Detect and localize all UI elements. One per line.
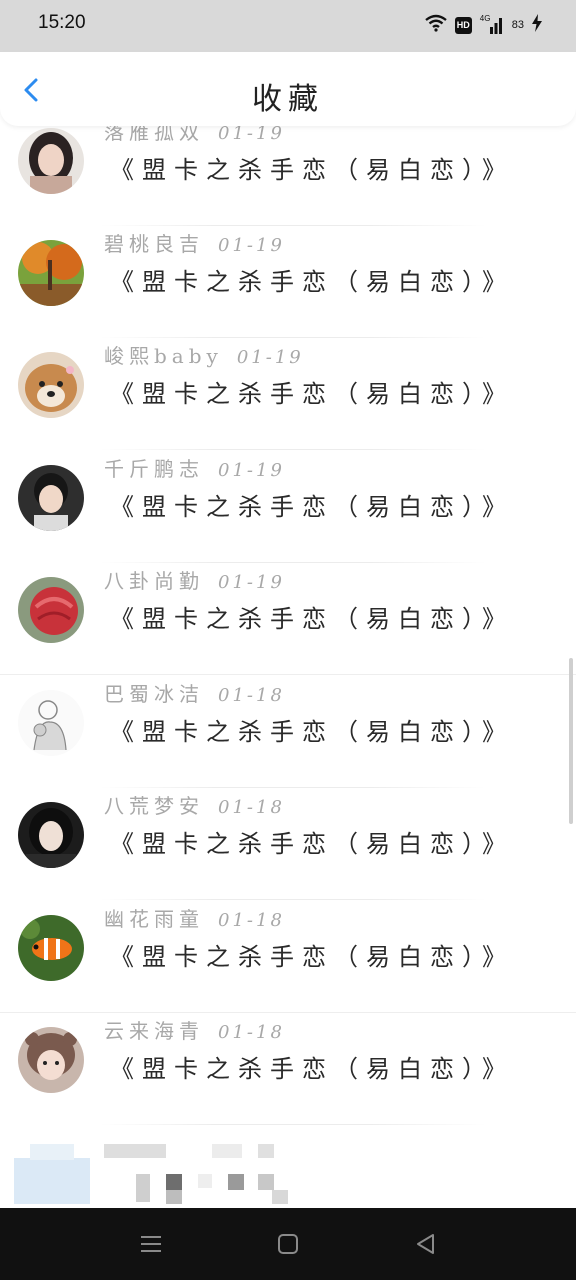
item-meta: 巴蜀冰洁 01-18 [104, 678, 285, 707]
item-date: 01-19 [218, 572, 285, 593]
avatar [18, 465, 84, 531]
list-item[interactable]: 峻熙baby 01-19 《盟卡之杀手恋（易白恋）》 [0, 338, 576, 450]
back-nav-button[interactable] [412, 1230, 440, 1258]
avatar [18, 577, 84, 643]
item-meta: 八荒梦安 01-18 [104, 790, 285, 819]
user-name: 峻熙baby [104, 344, 223, 368]
item-meta: 幽花雨童 01-18 [104, 903, 285, 932]
item-meta: 八卦尚勤 01-19 [104, 565, 285, 594]
item-title: 《盟卡之杀手恋（易白恋）》 [110, 493, 514, 521]
divider [0, 674, 576, 675]
item-date: 01-19 [218, 460, 285, 481]
page-title: 收藏 [252, 82, 324, 117]
app-header: 收藏 [0, 52, 576, 126]
list-item[interactable]: 云来海青 01-18 《盟卡之杀手恋（易白恋）》 [0, 1013, 576, 1125]
divider [100, 449, 486, 450]
avatar [18, 1027, 84, 1093]
user-name: 八卦尚勤 [104, 569, 204, 593]
battery-level: 83 [511, 19, 524, 31]
user-name: 碧桃良吉 [104, 232, 204, 256]
list-item[interactable]: 幽花雨童 01-18 《盟卡之杀手恋（易白恋）》 [0, 901, 576, 1013]
item-meta: 云来海青 01-18 [104, 1015, 285, 1044]
item-title: 《盟卡之杀手恋（易白恋）》 [110, 156, 514, 184]
divider [100, 899, 486, 900]
item-date: 01-18 [218, 1022, 285, 1043]
scrollbar[interactable] [569, 658, 573, 824]
home-icon [278, 1234, 298, 1254]
item-meta: 千斤鹏志 01-19 [104, 453, 285, 482]
user-name: 巴蜀冰洁 [104, 682, 204, 706]
menu-button[interactable] [137, 1230, 165, 1258]
pixelated-list-item [0, 1138, 576, 1208]
list-item[interactable]: 八卦尚勤 01-19 《盟卡之杀手恋（易白恋）》 [0, 563, 576, 675]
item-date: 01-19 [218, 235, 285, 256]
avatar [18, 802, 84, 868]
user-name: 落雁孤双 [104, 126, 204, 144]
signal-icon: 4G [480, 14, 504, 35]
list-item[interactable]: 巴蜀冰洁 01-18 《盟卡之杀手恋（易白恋）》 [0, 676, 576, 788]
avatar [18, 352, 84, 418]
item-date: 01-18 [218, 797, 285, 818]
wifi-icon [425, 14, 447, 36]
item-date: 01-19 [218, 126, 285, 144]
user-name: 八荒梦安 [104, 794, 204, 818]
avatar [18, 915, 84, 981]
back-triangle-icon [417, 1234, 434, 1254]
list-item[interactable]: 千斤鹏志 01-19 《盟卡之杀手恋（易白恋）》 [0, 451, 576, 563]
favorites-list: 落雁孤双 01-19 《盟卡之杀手恋（易白恋）》 碧桃良吉 01-19 《盟卡之杀手… [0, 126, 576, 1208]
item-title: 《盟卡之杀手恋（易白恋）》 [110, 380, 514, 408]
item-title: 《盟卡之杀手恋（易白恋）》 [110, 1055, 514, 1083]
item-meta: 峻熙baby 01-19 [104, 340, 304, 369]
charging-icon [532, 14, 542, 36]
status-time: 15:20 [38, 12, 86, 33]
divider [100, 1124, 486, 1125]
item-title: 《盟卡之杀手恋（易白恋）》 [110, 605, 514, 633]
item-title: 《盟卡之杀手恋（易白恋）》 [110, 718, 514, 746]
item-date: 01-18 [218, 685, 285, 706]
user-name: 千斤鹏志 [104, 457, 204, 481]
item-title: 《盟卡之杀手恋（易白恋）》 [110, 268, 514, 296]
status-icons: HD 4G 83 [425, 14, 542, 36]
avatar [18, 690, 84, 756]
avatar [18, 240, 84, 306]
item-meta: 落雁孤双 01-19 [104, 126, 285, 145]
item-date: 01-18 [218, 910, 285, 931]
user-name: 云来海青 [104, 1019, 204, 1043]
menu-icon [141, 1236, 161, 1252]
status-bar: 15:20 HD 4G 83 [0, 0, 576, 52]
hd-badge: HD [454, 16, 472, 34]
item-title: 《盟卡之杀手恋（易白恋）》 [110, 943, 514, 971]
list-item[interactable]: 八荒梦安 01-18 《盟卡之杀手恋（易白恋）》 [0, 788, 576, 900]
item-meta: 碧桃良吉 01-19 [104, 228, 285, 257]
list-item[interactable]: 落雁孤双 01-19 《盟卡之杀手恋（易白恋）》 [0, 126, 576, 226]
navigation-bar [0, 1208, 576, 1280]
item-title: 《盟卡之杀手恋（易白恋）》 [110, 830, 514, 858]
list-item[interactable]: 碧桃良吉 01-19 《盟卡之杀手恋（易白恋）》 [0, 226, 576, 338]
avatar [18, 128, 84, 194]
home-button[interactable] [274, 1230, 302, 1258]
user-name: 幽花雨童 [104, 907, 204, 931]
item-date: 01-19 [236, 347, 304, 368]
